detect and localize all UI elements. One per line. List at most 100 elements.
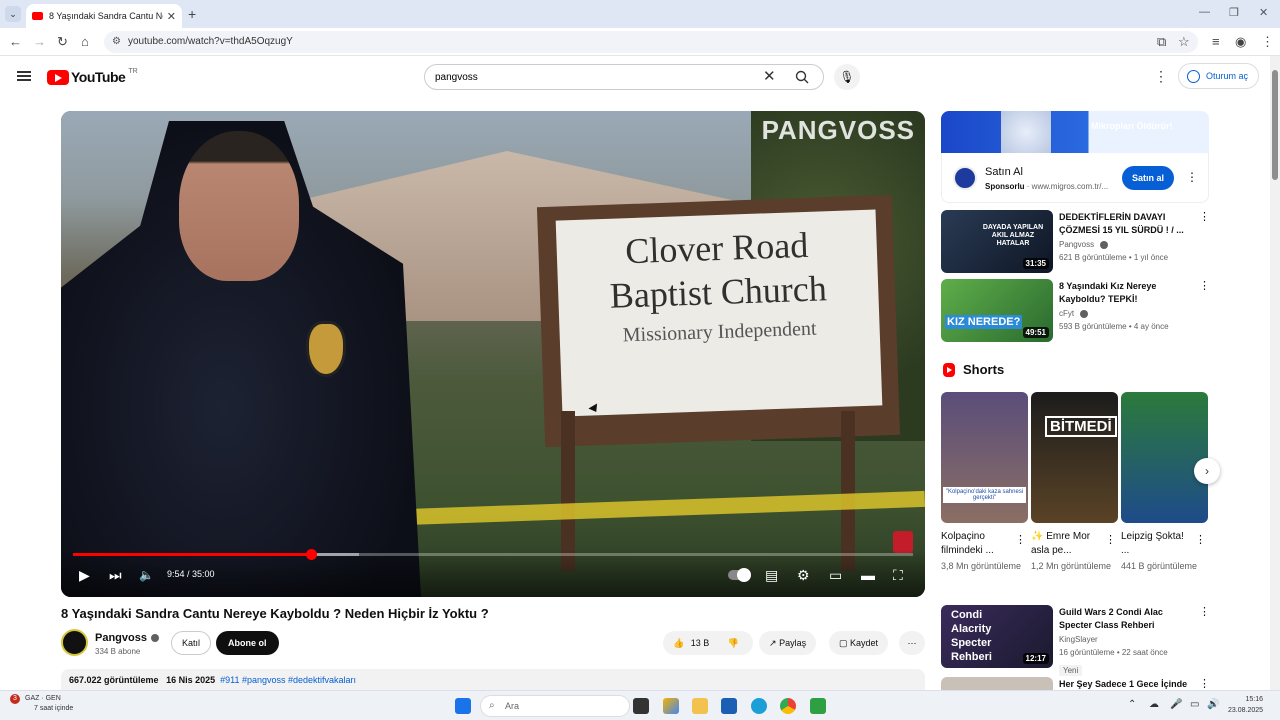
list-item[interactable]: Her Şey Sadece 1 Gece İçinde ⋮ xyxy=(941,677,1209,690)
forward-icon[interactable]: → xyxy=(33,34,46,50)
menu-icon[interactable] xyxy=(17,71,31,81)
rec-title[interactable]: 8 Yaşındaki Kız Nereye Kayboldu? TEPKİ! … xyxy=(1059,280,1189,306)
settings-gear-icon[interactable]: ⚙ xyxy=(797,567,810,583)
autoplay-toggle[interactable] xyxy=(728,568,751,582)
mic-tray-icon[interactable]: 🎤 xyxy=(1170,699,1182,710)
voice-search-button[interactable]: 🎙 xyxy=(834,64,860,90)
miniplayer-icon[interactable]: ▭ xyxy=(829,567,842,583)
browser-menu-icon[interactable]: ⋮ xyxy=(1261,34,1274,50)
more-actions-icon[interactable]: ⋯ xyxy=(899,631,925,655)
subtitles-icon[interactable]: ▤ xyxy=(765,567,778,583)
short-thumbnail[interactable] xyxy=(1121,392,1208,523)
search-button[interactable] xyxy=(779,65,823,89)
reload-icon[interactable]: ↻ xyxy=(57,34,68,50)
channel-name-wrap[interactable]: Pangvoss xyxy=(95,632,159,644)
video-thumbnail[interactable]: DAYADA YAPILAN AKIL ALMAZ HATALAR 31:35 xyxy=(941,210,1053,273)
scrollbar-thumb[interactable] xyxy=(1272,70,1278,180)
close-tab-icon[interactable]: ✕ xyxy=(167,10,176,23)
play-icon[interactable]: ▶ xyxy=(79,567,90,583)
settings-more-icon[interactable]: ⋮ xyxy=(1154,68,1168,85)
scrubber-handle[interactable] xyxy=(305,549,317,560)
rec-title[interactable]: Her Şey Sadece 1 Gece İçinde xyxy=(1059,678,1189,690)
address-bar[interactable]: ⚙ youtube.com/watch?v=thdA5OqzugY xyxy=(104,31,1198,53)
rec-title[interactable]: Guild Wars 2 Condi Alac Specter Class Re… xyxy=(1059,606,1189,632)
dislike-icon[interactable]: 👎 xyxy=(728,638,739,648)
rec-more-icon[interactable]: ⋮ xyxy=(1199,279,1210,292)
cloud-icon[interactable]: ☁ xyxy=(1149,699,1159,710)
rec-title[interactable]: DEDEKTİFLERİN DAVAYI ÇÖZMESİ 15 YIL SÜRD… xyxy=(1059,211,1189,237)
back-icon[interactable]: ← xyxy=(9,34,22,50)
channel-avatar[interactable] xyxy=(61,629,88,656)
short-title[interactable]: ✨ Emre Mor asla pe... xyxy=(1031,530,1103,558)
minimize-icon[interactable]: — xyxy=(1199,6,1210,18)
short-item[interactable]: BİTMEDİ ✨ Emre Mor asla pe... 1,2 Mn gör… xyxy=(1031,392,1118,573)
progress-bar[interactable] xyxy=(73,549,913,560)
rec-more-icon[interactable]: ⋮ xyxy=(1199,605,1210,618)
clock[interactable]: 15:16 23.08.2025 xyxy=(1228,694,1263,716)
file-explorer-icon[interactable] xyxy=(692,698,708,714)
reading-list-icon[interactable]: ≡ xyxy=(1212,34,1220,50)
video-thumbnail[interactable]: KIZ NEREDE? 49:51 xyxy=(941,279,1053,342)
install-icon[interactable]: ⧉ xyxy=(1157,34,1166,50)
clear-search-icon[interactable]: ✕ xyxy=(763,69,776,85)
ad-more-icon[interactable]: ⋮ xyxy=(1186,170,1198,184)
task-view-icon[interactable] xyxy=(633,698,649,714)
short-title[interactable]: Kolpaçino filmindeki ... xyxy=(941,530,1013,558)
description-box[interactable]: 667.022 görüntüleme 16 Nis 2025 #911 #pa… xyxy=(61,669,925,691)
rec-more-icon[interactable]: ⋮ xyxy=(1199,677,1209,690)
taskbar-search[interactable]: ⌕ Ara xyxy=(480,695,630,717)
profile-icon[interactable]: ◉ xyxy=(1235,34,1246,50)
list-item[interactable]: Condi Alacrity Specter Rehberi 12:17 Gui… xyxy=(941,605,1210,676)
list-item[interactable]: KIZ NEREDE? 49:51 8 Yaşındaki Kız Nereye… xyxy=(941,279,1210,342)
subscribe-button[interactable]: Abone ol xyxy=(216,631,279,655)
close-window-icon[interactable]: ✕ xyxy=(1259,6,1268,19)
ad-banner[interactable]: Mikropları Öldürür! xyxy=(941,111,1209,153)
tab-active[interactable]: 8 Yaşındaki Sandra Cantu Nereye ✕ xyxy=(26,4,182,28)
list-item[interactable]: DAYADA YAPILAN AKIL ALMAZ HATALAR 31:35 … xyxy=(941,210,1210,273)
short-thumbnail[interactable]: "Kolpaçino'daki kaza sahnesi gerçekti" xyxy=(941,392,1028,523)
short-thumbnail[interactable]: BİTMEDİ xyxy=(1031,392,1118,523)
short-item[interactable]: "Kolpaçino'daki kaza sahnesi gerçekti" K… xyxy=(941,392,1028,573)
page-scrollbar[interactable] xyxy=(1270,56,1280,690)
hashtags[interactable]: #911 #pangvoss #dedektifvakaları xyxy=(220,675,356,685)
sign-in-button[interactable]: Oturum aç xyxy=(1178,63,1260,89)
short-more-icon[interactable]: ⋮ xyxy=(1195,533,1206,546)
video-player[interactable]: Clover Road Baptist Church Missionary In… xyxy=(61,111,925,597)
new-tab-icon[interactable]: + xyxy=(188,6,196,22)
search-input[interactable] xyxy=(435,65,765,89)
short-more-icon[interactable]: ⋮ xyxy=(1015,533,1026,546)
network-icon[interactable]: ▭ xyxy=(1190,699,1199,710)
short-more-icon[interactable]: ⋮ xyxy=(1105,533,1116,546)
theater-mode-icon[interactable]: ▬ xyxy=(861,567,875,583)
volume-icon[interactable]: 🔈 xyxy=(139,567,154,583)
copilot-icon[interactable] xyxy=(663,698,679,714)
rec-more-icon[interactable]: ⋮ xyxy=(1199,210,1210,223)
shorts-next-icon[interactable]: › xyxy=(1194,458,1220,484)
like-count[interactable]: 13 B xyxy=(691,638,710,648)
ad-cta-button[interactable]: Satın al xyxy=(1122,166,1175,190)
fullscreen-icon[interactable]: ⛶ xyxy=(893,567,903,583)
youtube-logo[interactable]: YouTube TR xyxy=(47,68,138,85)
video-thumbnail[interactable]: Condi Alacrity Specter Rehberi 12:17 xyxy=(941,605,1053,668)
short-item[interactable]: Leipzig Şokta! ... 441 B görüntüleme ⋮ xyxy=(1121,392,1208,573)
bookmark-star-icon[interactable]: ☆ xyxy=(1178,34,1190,50)
store-icon[interactable] xyxy=(721,698,737,714)
tray-overflow-icon[interactable]: ⌃ xyxy=(1128,699,1136,710)
share-button[interactable]: ↗ Paylaş xyxy=(759,631,817,655)
restore-icon[interactable]: ❐ xyxy=(1229,6,1239,19)
site-info-icon[interactable]: ⚙ xyxy=(112,31,121,53)
short-title[interactable]: Leipzig Şokta! ... xyxy=(1121,530,1193,558)
edge-icon[interactable] xyxy=(751,698,767,714)
app-icon[interactable] xyxy=(810,698,826,714)
chrome-icon[interactable] xyxy=(780,698,796,714)
next-icon[interactable]: ⏭ xyxy=(109,567,122,583)
like-icon[interactable]: 👍 xyxy=(673,638,684,648)
tab-search-button[interactable]: ⌄ xyxy=(5,6,21,22)
save-button[interactable]: ▢ Kaydet xyxy=(829,631,889,655)
join-button[interactable]: Katıl xyxy=(171,631,212,655)
speaker-icon[interactable]: 🔊 xyxy=(1207,699,1219,710)
home-icon[interactable]: ⌂ xyxy=(81,34,89,50)
advertiser-logo[interactable] xyxy=(953,166,977,190)
start-icon[interactable] xyxy=(455,698,471,714)
weather-widget[interactable]: 3 GAZ · GEN 7 saat içinde xyxy=(10,694,73,714)
